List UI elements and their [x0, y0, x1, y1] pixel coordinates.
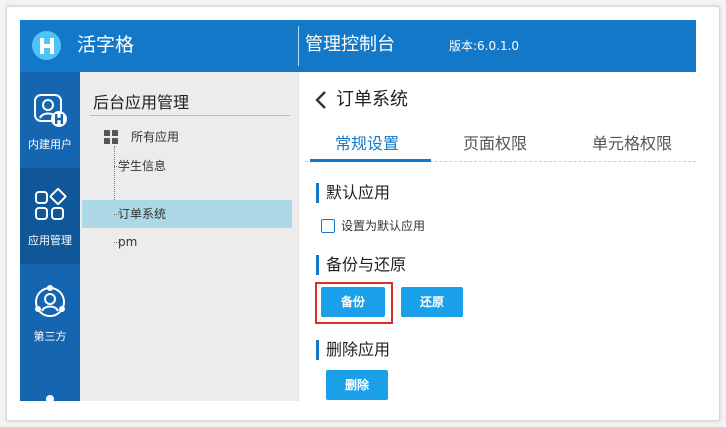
nav-item-builtin-users[interactable]: 内建用户 [20, 72, 80, 168]
app-window: 活字格 管理控制台 版本:6.0.1.0 内建用户 应用管理 第三方 后台应用管… [20, 20, 696, 401]
tree-item-label: pm [118, 235, 138, 249]
tree-root-label: 所有应用 [131, 130, 180, 144]
tree-connector [114, 214, 119, 215]
main-divider [298, 72, 299, 401]
nav-label: 第三方 [33, 330, 67, 343]
grid-icon [104, 129, 118, 144]
third-party-icon [35, 285, 65, 317]
section-title-default-app: 默认应用 [326, 183, 391, 202]
page-title: 订单系统 [336, 89, 408, 110]
console-title: 管理控制台 [305, 34, 395, 55]
section-marker [316, 255, 319, 275]
brand-name: 活字格 [77, 34, 135, 56]
section-title-backup-restore: 备份与还原 [326, 255, 407, 274]
default-app-checkbox[interactable] [321, 219, 335, 233]
tree-title: 后台应用管理 [93, 93, 190, 112]
version-label: 版本:6.0.1.0 [449, 39, 520, 53]
more-icon [46, 395, 54, 401]
user-badge-icon [34, 94, 67, 127]
nav-item-app-management[interactable]: 应用管理 [20, 168, 80, 264]
delete-button[interactable]: 删除 [326, 370, 388, 400]
nav-label: 应用管理 [28, 234, 72, 247]
logo-icon [32, 31, 61, 60]
nav-item-more[interactable] [20, 372, 80, 401]
tree-connector [114, 242, 119, 243]
section-marker [316, 183, 319, 203]
tree-item-label: 订单系统 [118, 207, 167, 221]
backup-button[interactable]: 备份 [321, 287, 385, 317]
nav-item-third-party[interactable]: 第三方 [20, 264, 80, 360]
header-divider [298, 26, 299, 66]
restore-button[interactable]: 还原 [401, 287, 463, 317]
tree-root-all-apps[interactable]: 所有应用 [103, 128, 179, 145]
nav-label: 内建用户 [28, 138, 72, 151]
chevron-left-icon[interactable] [314, 90, 328, 110]
tab-general-settings[interactable]: 常规设置 [335, 133, 399, 155]
tree-connector [114, 166, 119, 167]
top-header: 活字格 管理控制台 版本:6.0.1.0 [20, 20, 696, 72]
section-marker [316, 340, 319, 360]
active-tab-indicator [310, 159, 431, 162]
apps-grid-icon [35, 188, 67, 220]
default-app-checkbox-label[interactable]: 设置为默认应用 [341, 217, 425, 235]
tree-item-label: 学生信息 [118, 159, 167, 173]
tab-cell-permissions[interactable]: 单元格权限 [592, 133, 672, 155]
left-nav: 内建用户 应用管理 第三方 [20, 72, 80, 401]
tab-page-permissions[interactable]: 页面权限 [463, 133, 527, 155]
section-title-delete-app: 删除应用 [326, 340, 391, 359]
tree-title-divider [90, 115, 290, 116]
app-tree-panel: 后台应用管理 所有应用 学生信息 订单系统 pm [80, 72, 298, 401]
